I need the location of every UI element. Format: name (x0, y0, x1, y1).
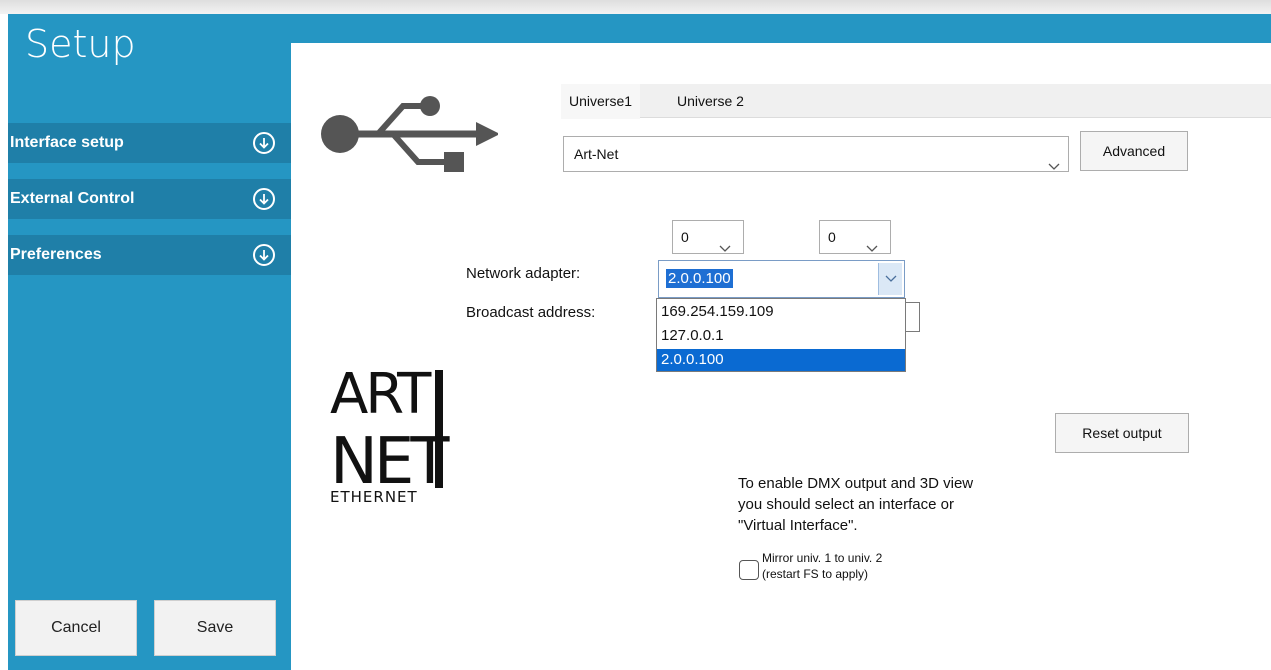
sidebar-item-label: Interface setup (10, 134, 124, 151)
logo-ethernet-text: ETHERNET (330, 488, 418, 505)
info-line: To enable DMX output and 3D view (738, 475, 974, 492)
window-top-band (0, 0, 1271, 14)
universe-select[interactable]: 0 (819, 220, 891, 254)
sidebar-item-external-control[interactable]: External Control (8, 179, 291, 219)
artnet-logo: ART NET ETHERNET (330, 362, 460, 510)
info-line: "Virtual Interface". (738, 517, 858, 534)
subnet-select[interactable]: 0 (672, 220, 744, 254)
dropdown-option[interactable]: 127.0.0.1 (657, 325, 905, 347)
arrow-down-circle-icon (253, 132, 275, 154)
arrow-down-circle-icon (253, 244, 275, 266)
dropdown-option-selected[interactable]: 2.0.0.100 (657, 349, 905, 371)
sidebar (8, 14, 291, 670)
tab-universe-2[interactable]: Universe 2 (669, 84, 752, 118)
header-bar (291, 14, 1271, 43)
arrow-down-circle-icon (253, 188, 275, 210)
mirror-checkbox-label: Mirror univ. 1 to univ. 2 (restart FS to… (762, 550, 882, 582)
universe-tabs: Universe1 Universe 2 (561, 84, 1271, 119)
info-line: you should select an interface or (738, 496, 954, 513)
logo-art-text: ART (330, 365, 432, 427)
cancel-button[interactable]: Cancel (15, 600, 137, 656)
network-adapter-value: 2.0.0.100 (666, 269, 733, 288)
network-adapter-label: Network adapter: (466, 265, 581, 282)
network-adapter-dropdown: 169.254.159.109 127.0.0.1 2.0.0.100 (656, 298, 906, 372)
mirror-label-line: Mirror univ. 1 to univ. 2 (762, 551, 883, 565)
info-message: To enable DMX output and 3D view you sho… (738, 473, 1058, 536)
sidebar-item-label: Preferences (10, 246, 102, 263)
interface-select[interactable]: Art-Net (563, 136, 1069, 172)
reset-output-button[interactable]: Reset output (1055, 413, 1189, 453)
sidebar-item-preferences[interactable]: Preferences (8, 235, 291, 275)
mirror-checkbox[interactable] (739, 560, 759, 580)
usb-icon (318, 92, 500, 187)
network-adapter-select[interactable]: 2.0.0.100 (658, 260, 905, 298)
tab-universe1[interactable]: Universe1 (561, 84, 641, 119)
universe-select-value: 0 (828, 229, 836, 245)
subnet-select-value: 0 (681, 229, 689, 245)
broadcast-address-label: Broadcast address: (466, 304, 596, 321)
page-title: Setup (25, 22, 136, 66)
chevron-down-icon (1048, 149, 1060, 183)
chevron-down-icon[interactable] (878, 263, 902, 295)
advanced-button[interactable]: Advanced (1080, 131, 1188, 171)
save-button[interactable]: Save (154, 600, 276, 656)
dropdown-option[interactable]: 169.254.159.109 (657, 301, 905, 323)
sidebar-item-interface-setup[interactable]: Interface setup (8, 123, 291, 163)
sidebar-item-label: External Control (10, 190, 135, 207)
interface-select-value: Art-Net (574, 146, 619, 162)
mirror-label-line: (restart FS to apply) (762, 567, 869, 581)
